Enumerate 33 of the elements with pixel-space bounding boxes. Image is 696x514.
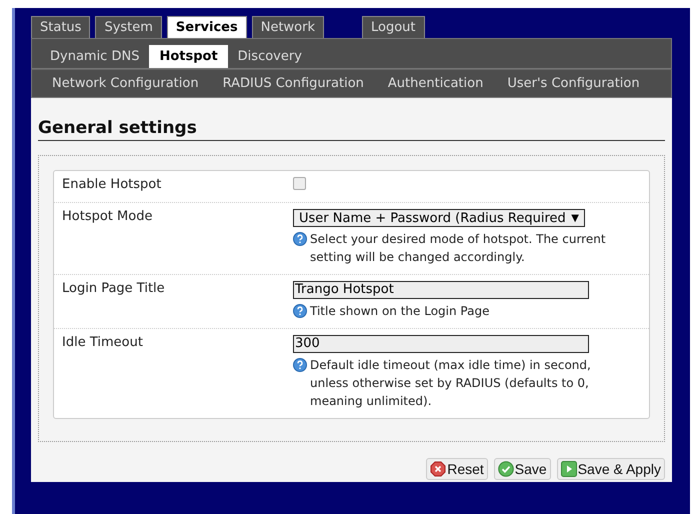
help-icon (293, 304, 307, 318)
checkmark-icon (498, 461, 514, 477)
enable-checkbox[interactable] (293, 177, 306, 190)
section-tab[interactable]: Network Configuration (42, 76, 209, 91)
help-icon (293, 358, 307, 372)
play-icon (560, 461, 577, 477)
help-text: Title shown on the Login Page (310, 303, 490, 320)
nav-tab[interactable]: Services (166, 16, 247, 38)
section-tab[interactable]: Authentication (378, 76, 494, 91)
field-label: Hotspot Mode (62, 209, 154, 226)
help-text: Default idle timeout (max idle time) in second, unless otherwise set by RADIUS (defaults to 0, meaning unlimited). (310, 357, 592, 410)
submenu-tab[interactable]: Hotspot (149, 45, 228, 68)
help-icon (293, 232, 307, 246)
apply-button[interactable]: Save & Apply (556, 458, 665, 480)
section-tab[interactable]: User's Configuration (497, 76, 650, 91)
reset-button[interactable]: Reset (426, 458, 488, 480)
field-label: Idle Timeout (62, 335, 144, 352)
field-label: Login Page Title (62, 281, 166, 298)
text-field[interactable]: 300 (293, 335, 589, 353)
nav-tab[interactable]: Logout (362, 16, 425, 38)
submenu-tab[interactable]: Dynamic DNS (40, 45, 150, 68)
close-icon (430, 461, 446, 477)
field-label: Enable Hotspot (62, 177, 162, 194)
nav-tab[interactable]: Status (31, 16, 90, 38)
section-tab[interactable]: RADIUS Configuration (212, 76, 374, 91)
text-field[interactable]: Trango Hotspot (293, 281, 589, 299)
nav-tab[interactable]: System (95, 16, 162, 38)
mode-dropdown[interactable]: User Name + Password (Radius Required ▼ (293, 209, 585, 227)
help-text: Select your desired mode of hotspot. The current setting will be changed accordingly. (310, 231, 607, 266)
submenu-tab[interactable]: Discovery (228, 45, 312, 68)
nav-tab[interactable]: Network (252, 16, 324, 38)
section-heading: General settings (38, 118, 665, 141)
save-button[interactable]: Save (494, 458, 551, 480)
